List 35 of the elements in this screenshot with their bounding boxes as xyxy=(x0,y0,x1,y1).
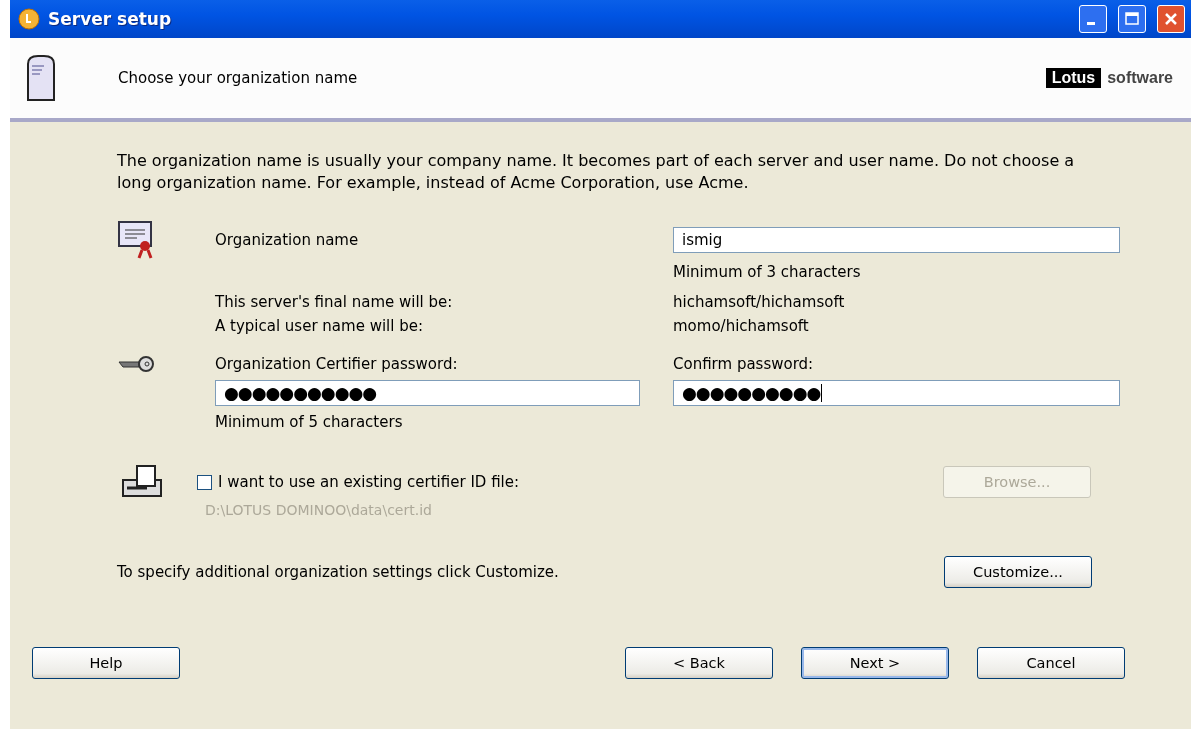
id-card-icon xyxy=(121,464,165,500)
field-label: Organization Certifier password: xyxy=(215,354,459,375)
push-button[interactable]: Cancel xyxy=(977,647,1125,679)
brand-logo-text: Lotus xyxy=(1045,68,1102,88)
brand-logo-text: software xyxy=(1107,69,1173,87)
field-label: Organization name xyxy=(215,230,360,251)
maximize-icon xyxy=(1125,12,1139,26)
intro-text: The organization name is usually your company name. It becomes part of each server and user name. Do not choose a long organization name. For example, instead of Acme Corporation, use Acme. xyxy=(117,150,1076,194)
field-label: A typical user name will be: xyxy=(215,316,424,337)
minimize-icon xyxy=(1087,22,1095,25)
checkbox-label[interactable]: I want to use an existing certifier ID file: xyxy=(218,470,943,494)
window-title: Server setup xyxy=(48,9,173,29)
maximize-button[interactable] xyxy=(1118,5,1146,33)
field-label: This server's final name will be: xyxy=(215,292,454,313)
password-field[interactable]: ●●●●●●●●●●● xyxy=(215,380,640,406)
field-label: Confirm password: xyxy=(673,354,815,375)
certifier-file-path: D:\LOTUS DOMINOO\data\cert.id xyxy=(205,502,433,518)
server-name-value: hichamsoft/hichamsoft xyxy=(673,292,846,313)
key-icon xyxy=(117,354,155,374)
minimize-button[interactable] xyxy=(1079,5,1107,33)
hint-text: Minimum of 5 characters xyxy=(215,412,404,433)
page-heading: Choose your organization name xyxy=(118,69,359,87)
push-button[interactable]: Help xyxy=(32,647,180,679)
push-button[interactable]: Next > xyxy=(801,647,949,679)
user-name-value: momo/hichamsoft xyxy=(673,316,810,337)
push-button[interactable]: Customize... xyxy=(944,556,1092,588)
push-button[interactable]: < Back xyxy=(625,647,773,679)
organization-name-field[interactable]: ismig xyxy=(673,227,1120,253)
confirm-password-field[interactable]: ●●●●●●●●●● xyxy=(673,380,1120,406)
checkbox[interactable] xyxy=(197,474,212,490)
customize-instruction: To specify additional organization settings click Customize. xyxy=(117,562,559,583)
app-icon xyxy=(18,8,40,30)
close-button[interactable] xyxy=(1157,5,1185,33)
close-icon xyxy=(1164,12,1178,26)
hint-text: Minimum of 3 characters xyxy=(673,262,862,283)
